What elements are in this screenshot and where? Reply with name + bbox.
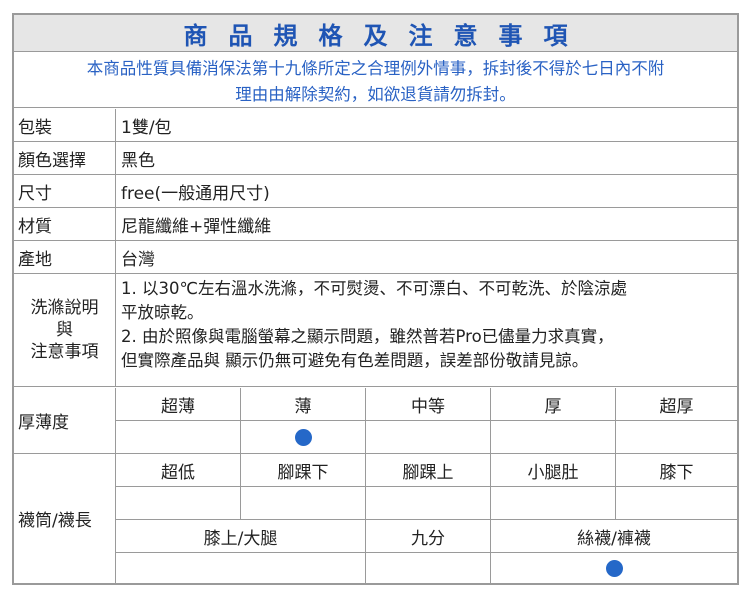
care-line: 但實際產品與 顯示仍無可避免有色差問題，誤差部份敬請見諒。 (121, 351, 589, 370)
spec-value: 尼龍纖維+彈性纖維 (121, 216, 272, 237)
length-option: 腳踝上 (366, 454, 491, 487)
length-option: 絲襪/褲襪 (491, 520, 737, 553)
spec-row-package: 包裝 1雙/包 (14, 109, 737, 142)
thickness-mark-cell (366, 421, 491, 454)
return-notice: 本商品性質具備消保法第十九條所定之合理例外情事，拆封後不得於七日內不附 理由由解… (14, 52, 737, 108)
care-label-line: 洗滌說明 (30, 298, 99, 318)
length-option: 膝下 (616, 454, 737, 487)
length-mark-cell (366, 487, 491, 520)
spec-label: 產地 (14, 241, 116, 273)
thickness-option: 薄 (241, 388, 366, 421)
thickness-option: 超厚 (616, 388, 737, 421)
page-title: 商品規格及注意事項 (183, 21, 589, 50)
spec-row-size: 尺寸 free(一般通用尺寸) (14, 175, 737, 208)
care-line: 平放晾乾。 (121, 303, 204, 322)
length-mark-cell (491, 553, 737, 583)
thickness-mark-cell (491, 421, 616, 454)
length-mark-cell (241, 487, 366, 520)
thickness-mark-cell (241, 421, 366, 454)
selected-dot-icon (294, 428, 312, 446)
thickness-option: 超薄 (116, 388, 241, 421)
notice-line-1: 本商品性質具備消保法第十九條所定之合理例外情事，拆封後不得於七日內不附 (86, 59, 665, 78)
thickness-option: 厚 (491, 388, 616, 421)
care-label: 洗滌說明 與 注意事項 (14, 274, 116, 386)
length-option: 膝上/大腿 (116, 520, 366, 553)
care-label-line: 與 (56, 320, 73, 340)
thickness-option: 中等 (366, 388, 491, 421)
length-label: 襪筒/襪長 (14, 454, 116, 583)
length-option: 腳踝下 (241, 454, 366, 487)
spec-value: 黑色 (121, 150, 155, 171)
thickness-mark-cell (616, 421, 737, 454)
spec-value: 台灣 (121, 249, 155, 270)
length-mark-cell (616, 487, 737, 520)
length-mark-cell (116, 487, 241, 520)
spec-row-material: 材質 尼龍纖維+彈性纖維 (14, 208, 737, 241)
care-line: 2. 由於照像與電腦螢幕之顯示問題，雖然普若Pro已儘量力求真實， (121, 327, 614, 346)
spec-label: 包裝 (14, 109, 116, 141)
spec-value: 1雙/包 (121, 117, 172, 138)
spec-label: 材質 (14, 208, 116, 240)
spec-label: 顏色選擇 (14, 142, 116, 174)
spec-row-origin: 產地 台灣 (14, 241, 737, 274)
length-mark-cell (366, 553, 491, 583)
notice-line-2: 理由由解除契約，如欲退貨請勿拆封。 (235, 85, 516, 104)
selected-dot-icon (605, 559, 623, 577)
spec-value: free(一般通用尺寸) (121, 183, 270, 204)
length-option: 九分 (366, 520, 491, 553)
spec-row-color: 顏色選擇 黑色 (14, 142, 737, 175)
spec-sheet: 商品規格及注意事項 本商品性質具備消保法第十九條所定之合理例外情事，拆封後不得於… (12, 13, 739, 585)
thickness-mark-cell (116, 421, 241, 454)
spec-label: 尺寸 (14, 175, 116, 207)
length-mark-cell (116, 553, 366, 583)
thickness-label: 厚薄度 (14, 388, 116, 454)
care-line: 1. 以30℃左右溫水洗滌，不可熨燙、不可漂白、不可乾洗、於陰涼處 (121, 279, 628, 298)
length-mark-cell (491, 487, 616, 520)
care-row: 洗滌說明 與 注意事項 1. 以30℃左右溫水洗滌，不可熨燙、不可漂白、不可乾洗… (14, 274, 737, 387)
care-text: 1. 以30℃左右溫水洗滌，不可熨燙、不可漂白、不可乾洗、於陰涼處 平放晾乾。 … (116, 274, 737, 389)
title-bar: 商品規格及注意事項 (14, 15, 737, 52)
length-option: 超低 (116, 454, 241, 487)
length-option: 小腿肚 (491, 454, 616, 487)
care-label-line: 注意事項 (30, 342, 99, 362)
